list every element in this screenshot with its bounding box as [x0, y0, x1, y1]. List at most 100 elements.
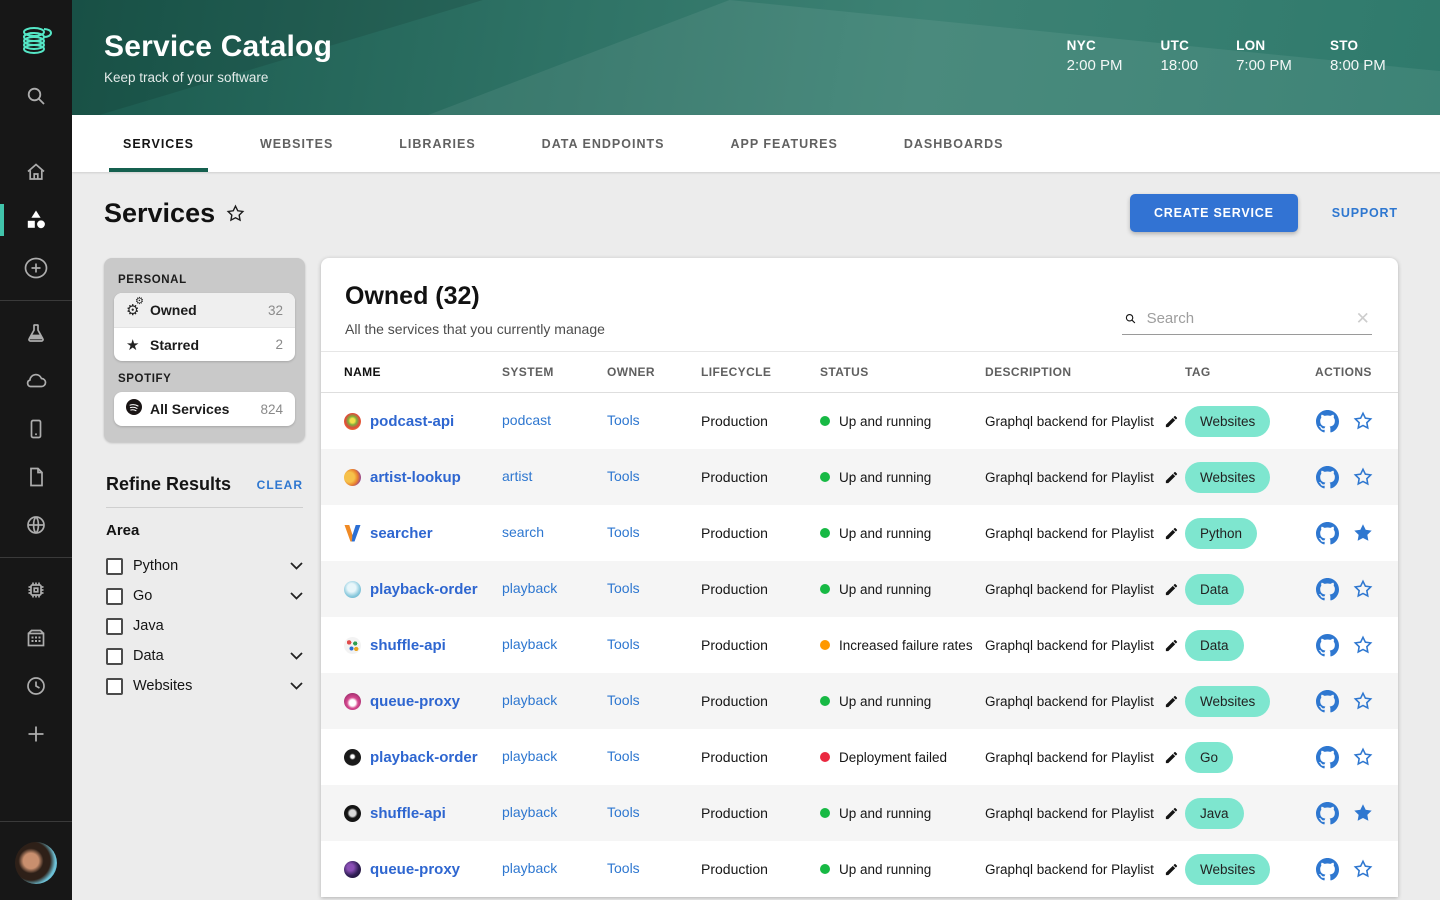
github-icon[interactable] [1315, 465, 1339, 489]
description-text: Graphql backend for Playlist [985, 861, 1154, 877]
filter-item-owned[interactable]: ⚙ ⚙ Owned 32 [114, 293, 295, 327]
service-name-link[interactable]: playback-order [370, 749, 478, 766]
star-icon[interactable] [1352, 690, 1374, 712]
clock-time: 7:00 PM [1236, 56, 1292, 74]
service-name-link[interactable]: queue-proxy [370, 861, 460, 878]
owner-link[interactable]: Tools [607, 580, 640, 596]
service-name-link[interactable]: podcast-api [370, 413, 454, 430]
support-link[interactable]: SUPPORT [1332, 206, 1398, 220]
sidebar-home-icon[interactable] [0, 148, 72, 196]
sidebar-catalog-icon[interactable] [0, 196, 72, 244]
sidebar-org-icon[interactable] [0, 614, 72, 662]
edit-description-icon[interactable] [1164, 694, 1179, 709]
status-cell: Up and running [820, 862, 985, 877]
checkbox[interactable] [106, 587, 123, 605]
github-icon[interactable] [1315, 633, 1339, 657]
owner-link[interactable]: Tools [607, 412, 640, 428]
sidebar-mobile-icon[interactable] [0, 405, 72, 453]
search-input[interactable] [1146, 310, 1346, 327]
owner-link[interactable]: Tools [607, 636, 640, 652]
clear-filters-link[interactable]: CLEAR [257, 478, 303, 492]
owner-link[interactable]: Tools [607, 692, 640, 708]
star-icon[interactable] [1352, 858, 1374, 880]
sidebar-tech-icon[interactable] [0, 566, 72, 614]
star-icon[interactable] [1352, 466, 1374, 488]
sidebar-cloud-icon[interactable] [0, 357, 72, 405]
github-icon[interactable] [1315, 689, 1339, 713]
system-link[interactable]: playback [502, 580, 557, 596]
chevron-down-icon[interactable] [290, 592, 303, 600]
star-icon[interactable] [1352, 634, 1374, 656]
edit-description-icon[interactable] [1164, 470, 1179, 485]
tag-pill: Python [1185, 517, 1258, 549]
service-name-link[interactable]: searcher [370, 525, 433, 542]
github-icon[interactable] [1315, 409, 1339, 433]
user-avatar[interactable] [15, 842, 57, 884]
checkbox[interactable] [106, 557, 123, 575]
star-icon[interactable] [1352, 578, 1374, 600]
sidebar-add-icon[interactable] [0, 710, 72, 758]
star-icon[interactable] [1352, 802, 1374, 824]
clear-search-icon[interactable]: ✕ [1356, 310, 1370, 327]
tab-data-endpoints[interactable]: DATA ENDPOINTS [528, 115, 679, 172]
filter-item-starred[interactable]: ★ Starred 2 [114, 327, 295, 361]
sidebar-time-icon[interactable] [0, 662, 72, 710]
github-icon[interactable] [1315, 745, 1339, 769]
service-name-link[interactable]: shuffle-api [370, 637, 446, 654]
checkbox[interactable] [106, 617, 123, 635]
service-name-link[interactable]: playback-order [370, 581, 478, 598]
sidebar-web-icon[interactable] [0, 501, 72, 549]
owner-link[interactable]: Tools [607, 468, 640, 484]
system-link[interactable]: playback [502, 692, 557, 708]
owner-link[interactable]: Tools [607, 804, 640, 820]
tab-services[interactable]: SERVICES [109, 115, 208, 172]
favorite-page-icon[interactable] [225, 203, 246, 224]
edit-description-icon[interactable] [1164, 750, 1179, 765]
filter-item-all-services[interactable]: All Services 824 [114, 392, 295, 426]
edit-description-icon[interactable] [1164, 806, 1179, 821]
chevron-down-icon[interactable] [290, 682, 303, 690]
system-link[interactable]: playback [502, 860, 557, 876]
service-icon [344, 524, 361, 542]
service-name-link[interactable]: artist-lookup [370, 469, 461, 486]
checkbox[interactable] [106, 647, 123, 665]
system-link[interactable]: podcast [502, 412, 551, 428]
backstage-logo-icon[interactable] [0, 8, 72, 72]
star-icon[interactable] [1352, 410, 1374, 432]
github-icon[interactable] [1315, 857, 1339, 881]
edit-description-icon[interactable] [1164, 526, 1179, 541]
sidebar-docs-icon[interactable] [0, 453, 72, 501]
owner-link[interactable]: Tools [607, 524, 640, 540]
owner-link[interactable]: Tools [607, 748, 640, 764]
chevron-down-icon[interactable] [290, 652, 303, 660]
create-service-button[interactable]: CREATE SERVICE [1129, 194, 1298, 232]
service-name-link[interactable]: shuffle-api [370, 805, 446, 822]
chevron-down-icon[interactable] [290, 562, 303, 570]
sidebar-create-icon[interactable] [0, 244, 72, 292]
tab-dashboards[interactable]: DASHBOARDS [890, 115, 1018, 172]
star-icon[interactable] [1352, 746, 1374, 768]
github-icon[interactable] [1315, 521, 1339, 545]
edit-description-icon[interactable] [1164, 862, 1179, 877]
github-icon[interactable] [1315, 801, 1339, 825]
system-link[interactable]: search [502, 524, 544, 540]
system-link[interactable]: artist [502, 468, 532, 484]
tab-libraries[interactable]: LIBRARIES [385, 115, 489, 172]
system-link[interactable]: playback [502, 636, 557, 652]
system-link[interactable]: playback [502, 804, 557, 820]
sidebar-search-icon[interactable] [0, 72, 72, 120]
column-header-description: DESCRIPTION [985, 365, 1072, 379]
edit-description-icon[interactable] [1164, 582, 1179, 597]
owner-link[interactable]: Tools [607, 860, 640, 876]
sidebar-explore-icon[interactable] [0, 309, 72, 357]
tab-app-features[interactable]: APP FEATURES [716, 115, 851, 172]
system-link[interactable]: playback [502, 748, 557, 764]
edit-description-icon[interactable] [1164, 414, 1179, 429]
github-icon[interactable] [1315, 577, 1339, 601]
service-name-link[interactable]: queue-proxy [370, 693, 460, 710]
star-icon[interactable] [1352, 522, 1374, 544]
tab-websites[interactable]: WEBSITES [246, 115, 347, 172]
edit-description-icon[interactable] [1164, 638, 1179, 653]
checkbox[interactable] [106, 677, 123, 695]
status-text: Up and running [839, 805, 932, 821]
